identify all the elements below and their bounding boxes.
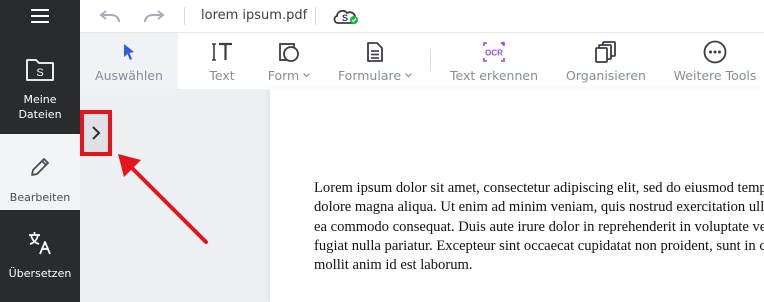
rail-item-translate[interactable]: Übersetzen (0, 210, 80, 302)
left-rail: S Meine Dateien Bearbeiten Übersetzen (0, 0, 80, 302)
rail-item-my-files[interactable]: S Meine Dateien (0, 40, 80, 132)
document-line: fugiat nulla pariatur. Excepteur sint oc… (314, 237, 764, 254)
undo-icon (99, 10, 120, 23)
shape-tool-label: Form (267, 68, 300, 83)
cloud-sync-icon: S (333, 9, 358, 24)
rail-item-edit[interactable]: Bearbeiten (0, 134, 80, 210)
ocr-icon-text: OCR (485, 49, 503, 58)
more-tools-button[interactable]: Weitere Tools (674, 33, 756, 89)
chevron-down-icon (303, 73, 311, 78)
ocr-tool-button[interactable]: OCR Text erkennen (448, 33, 540, 89)
shape-icon (277, 40, 301, 64)
text-cursor-icon (210, 40, 234, 64)
folder-icon: S (25, 54, 55, 84)
organize-tool-button[interactable]: Organisieren (564, 33, 648, 89)
cursor-icon (121, 40, 137, 64)
expand-panel-button[interactable] (80, 110, 112, 156)
more-tools-label: Weitere Tools (673, 68, 757, 83)
document-page[interactable]: Lorem ipsum dolor sit amet, consectetur … (270, 89, 764, 302)
organize-tool-label: Organisieren (566, 68, 646, 83)
divider (315, 7, 316, 25)
cloud-sync-button[interactable]: S (332, 5, 360, 27)
folder-badge: S (36, 67, 43, 79)
more-options-icon (703, 40, 727, 64)
forms-tool-label: Formulare (337, 68, 402, 83)
rail-item-translate-label: Übersetzen (8, 267, 72, 280)
organize-pages-icon (594, 40, 618, 64)
cloud-badge: S (342, 13, 348, 23)
translate-icon (25, 228, 55, 258)
divider (430, 49, 431, 71)
forms-tool-button[interactable]: Formulare (335, 33, 415, 89)
form-document-icon (365, 40, 385, 64)
title-bar: lorem ipsum.pdf S (80, 0, 764, 33)
document-line: mollit anim id est laborum. (314, 257, 473, 274)
hamburger-icon (31, 9, 49, 23)
text-tool-label: Text (209, 68, 235, 83)
document-line: ea commodo consequat. Duis aute irure do… (314, 218, 764, 235)
redo-button[interactable] (141, 5, 167, 27)
shape-tool-button[interactable]: Form (264, 33, 314, 89)
rail-item-my-files-label-2: Dateien (18, 108, 62, 121)
select-tool-label: Auswählen (95, 68, 163, 83)
select-tool-button[interactable]: Auswählen (80, 33, 178, 89)
ocr-icon: OCR (481, 40, 507, 64)
undo-button[interactable] (97, 5, 123, 27)
divider (184, 7, 185, 25)
chevron-down-icon (405, 73, 412, 78)
text-tool-button[interactable]: Text (200, 33, 244, 89)
ocr-tool-label: Text erkennen (449, 68, 539, 83)
rail-item-my-files-label-1: Meine (23, 93, 57, 106)
chevron-right-icon (92, 126, 101, 140)
file-name[interactable]: lorem ipsum.pdf (201, 8, 307, 23)
document-line: Lorem ipsum dolor sit amet, consectetur … (314, 180, 764, 196)
document-text: Lorem ipsum dolor sit amet, consectetur … (314, 179, 764, 275)
pencil-icon (25, 152, 55, 182)
document-line: dolore magna aliqua. Ut enim ad minim ve… (314, 199, 764, 216)
redo-icon (144, 10, 165, 23)
rail-item-edit-label: Bearbeiten (9, 191, 71, 204)
hamburger-menu-button[interactable] (0, 0, 80, 32)
tool-bar: Auswählen Text Form Formulare OCR Text e… (80, 33, 764, 89)
